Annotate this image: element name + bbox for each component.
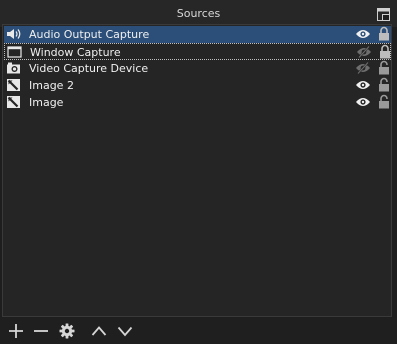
dock-title: Sources	[176, 7, 221, 20]
image-icon	[7, 79, 20, 91]
gear-icon[interactable]	[59, 323, 75, 339]
camera-icon	[7, 62, 20, 74]
source-name: Window Capture	[30, 46, 121, 59]
dock-titlebar: Sources	[0, 0, 397, 27]
lock-closed-icon[interactable]	[379, 44, 391, 59]
source-row[interactable]: Image 2	[4, 77, 391, 94]
source-name: Image	[29, 96, 64, 109]
lock-closed-icon[interactable]	[378, 26, 390, 41]
add-icon[interactable]	[8, 323, 24, 339]
source-row[interactable]: Image	[4, 94, 391, 111]
remove-icon[interactable]	[33, 323, 49, 339]
visibility-eye-icon[interactable]	[355, 96, 371, 108]
source-row[interactable]: Audio Output Capture	[4, 26, 391, 43]
source-name: Audio Output Capture	[29, 28, 150, 41]
visibility-eye-icon[interactable]	[355, 79, 371, 91]
source-row[interactable]: Window Capture	[4, 43, 391, 60]
lock-open-icon[interactable]	[378, 77, 390, 92]
lock-open-icon[interactable]	[378, 60, 390, 75]
window-icon	[7, 46, 22, 58]
chevron-up-icon[interactable]	[91, 323, 107, 339]
sources-dock: Sources Audio Output Capture Window Capt…	[0, 0, 397, 344]
source-name: Image 2	[29, 79, 74, 92]
sources-toolbar	[0, 318, 397, 344]
speaker-icon	[7, 29, 21, 39]
chevron-down-icon[interactable]	[117, 323, 133, 339]
image-icon	[7, 96, 20, 108]
visibility-hidden-icon[interactable]	[356, 46, 372, 58]
float-dock-icon[interactable]	[377, 8, 390, 21]
visibility-hidden-icon[interactable]	[355, 62, 371, 74]
source-row[interactable]: Video Capture Device	[4, 60, 391, 77]
source-name: Video Capture Device	[29, 62, 149, 75]
sources-list[interactable]: Audio Output Capture Window Capture Vide…	[2, 24, 392, 317]
lock-open-icon[interactable]	[378, 94, 390, 109]
visibility-eye-icon[interactable]	[355, 28, 371, 40]
